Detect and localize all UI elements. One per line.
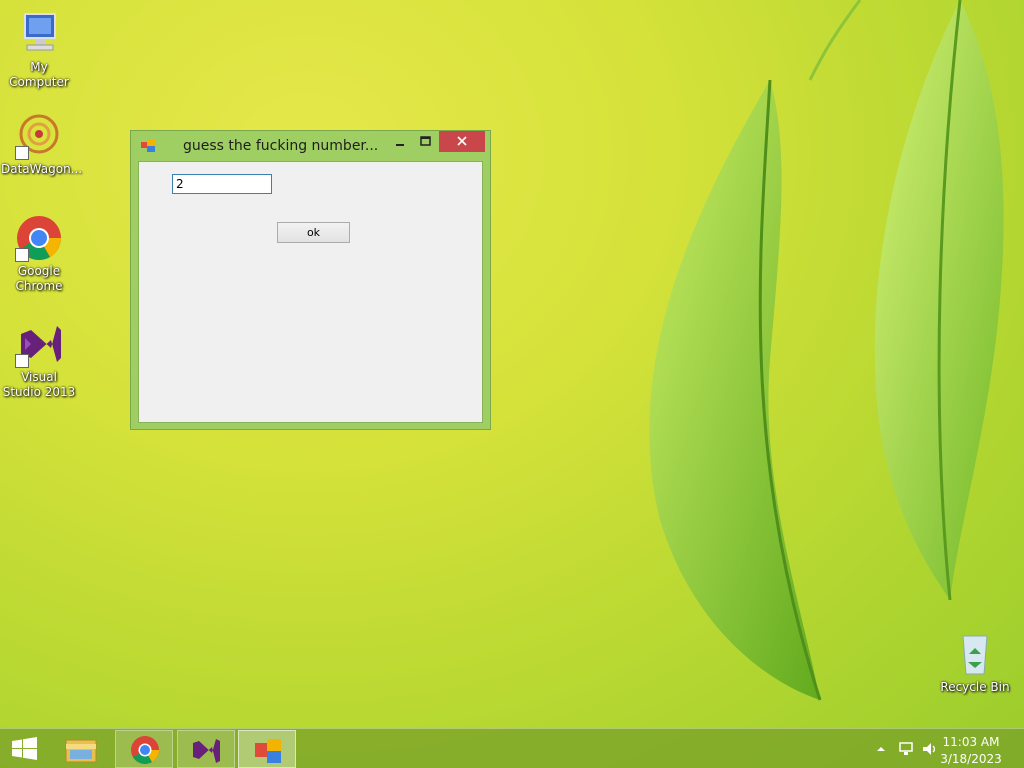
window-title: guess the fucking number... (183, 138, 379, 154)
clock-date[interactable]: 3/18/2023 (936, 752, 1006, 766)
maximize-button[interactable] (413, 131, 439, 152)
close-button[interactable] (439, 131, 485, 152)
clock-time[interactable]: 11:03 AM (936, 735, 1006, 749)
window-titlebar[interactable]: guess the fucking number... (131, 131, 490, 161)
minimize-button[interactable] (388, 131, 413, 152)
shortcut-arrow-icon (15, 146, 29, 160)
network-icon[interactable] (898, 741, 914, 757)
chrome-icon (15, 214, 63, 262)
desktop-icon-label: Recycle Bin (940, 680, 1010, 694)
close-icon (457, 136, 467, 146)
desktop-icon-datawagon[interactable]: DataWagon... (1, 112, 83, 177)
guess-input[interactable] (172, 174, 272, 194)
desktop-icon-my-computer[interactable]: My Computer (1, 10, 77, 90)
shortcut-arrow-icon (15, 248, 29, 262)
chrome-icon (131, 736, 159, 764)
recycle-bin-icon (951, 630, 999, 678)
show-hidden-icons-icon[interactable] (876, 744, 886, 754)
desktop-icon-google-chrome[interactable]: Google Chrome (1, 214, 77, 294)
minimize-icon (396, 144, 404, 146)
taskbar-visual-studio[interactable] (177, 730, 235, 768)
start-button[interactable] (0, 730, 50, 768)
taskbar: 11:03 AM 3/18/2023 (0, 728, 1024, 768)
file-explorer-icon (65, 739, 97, 763)
desktop-icon-label: My Computer (9, 60, 69, 89)
taskbar-winforms-app[interactable] (238, 730, 296, 768)
desktop-icon-label: Google Chrome (15, 264, 63, 293)
window-client-area: ok (138, 161, 483, 423)
desktop-icon-label: Visual Studio 2013 (2, 370, 76, 399)
shortcut-arrow-icon (15, 354, 29, 368)
app-window: guess the fucking number... ok (130, 130, 491, 430)
desktop-icon-visual-studio[interactable]: Visual Studio 2013 (1, 320, 77, 400)
winforms-app-icon (255, 739, 281, 763)
taskbar-chrome[interactable] (115, 730, 173, 768)
visual-studio-icon (193, 739, 220, 763)
taskbar-file-explorer[interactable] (52, 730, 110, 768)
start-icon (12, 737, 37, 760)
ok-button[interactable]: ok (277, 222, 350, 243)
computer-icon (15, 10, 63, 58)
datawagon-icon (15, 112, 63, 160)
winforms-app-icon (141, 140, 155, 152)
maximize-icon (420, 136, 431, 146)
visual-studio-icon (15, 320, 63, 368)
desktop-icon-recycle-bin[interactable]: Recycle Bin (937, 630, 1013, 695)
desktop-icon-label: DataWagon... (1, 162, 83, 176)
